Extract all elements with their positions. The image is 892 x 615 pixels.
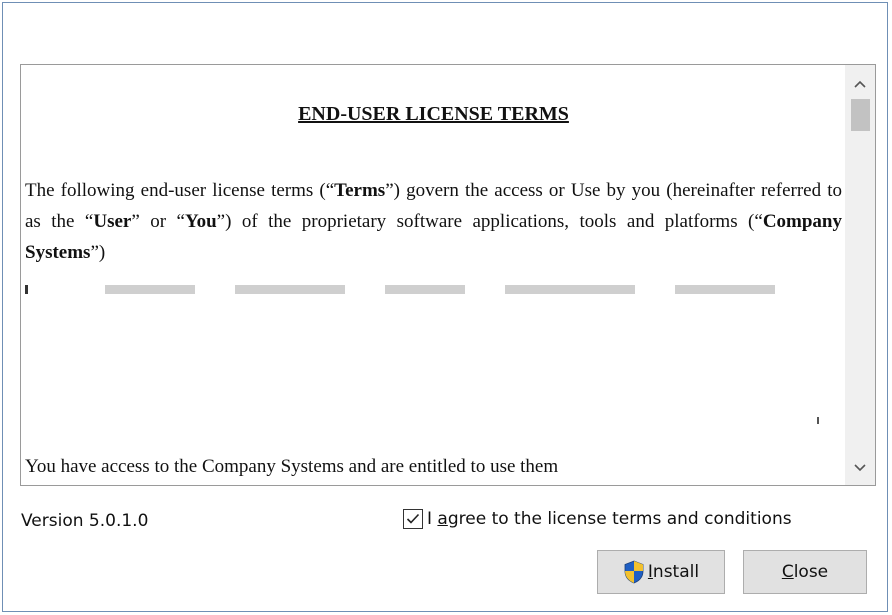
license-text-box[interactable]: END-USER LICENSE TERMS The following end… <box>20 64 876 486</box>
close-button[interactable]: Close <box>743 550 867 594</box>
stray-mark <box>817 417 819 424</box>
eula-text: The following end-user license terms (“ <box>25 180 335 201</box>
install-label-rest: nstall <box>652 562 700 582</box>
scroll-down-button[interactable] <box>845 455 875 481</box>
eula-title: END-USER LICENSE TERMS <box>298 103 569 125</box>
scroll-thumb[interactable] <box>851 99 870 131</box>
clipped-text-line <box>25 285 842 294</box>
agree-checkbox[interactable] <box>403 509 423 529</box>
eula-term-terms: Terms <box>334 180 386 201</box>
eula-term-you: You <box>184 211 217 232</box>
installer-window: END-USER LICENSE TERMS The following end… <box>2 2 888 612</box>
version-label: Version 5.0.1.0 <box>21 511 149 531</box>
eula-bottom-line: You have access to the Company Systems a… <box>25 456 559 477</box>
uac-shield-icon <box>623 560 645 584</box>
agree-label-prefix: I <box>427 509 438 529</box>
vertical-scrollbar[interactable] <box>845 65 875 485</box>
chevron-up-icon <box>854 80 866 88</box>
chevron-down-icon <box>854 464 866 472</box>
install-label: Install <box>648 562 699 582</box>
eula-term-user: User <box>93 211 132 232</box>
check-icon <box>406 513 420 524</box>
install-button[interactable]: Install <box>597 550 725 594</box>
agree-label-mnemonic: a <box>437 509 448 529</box>
agree-label: I agree to the license terms and conditi… <box>427 509 792 529</box>
eula-paragraph: The following end-user license terms (“T… <box>25 175 842 268</box>
license-text-content: END-USER LICENSE TERMS The following end… <box>25 65 842 485</box>
agree-checkbox-row[interactable]: I agree to the license terms and conditi… <box>403 509 792 529</box>
eula-text: ”) <box>90 242 106 263</box>
close-label-rest: lose <box>793 562 829 582</box>
close-label: Close <box>782 562 828 582</box>
scroll-up-button[interactable] <box>845 71 875 97</box>
eula-text: ”) of the proprietary software applicati… <box>216 211 763 232</box>
agree-label-rest: gree to the license terms and conditions <box>447 509 792 529</box>
eula-text: ” or “ <box>131 211 185 232</box>
close-mnemonic: C <box>781 562 794 582</box>
